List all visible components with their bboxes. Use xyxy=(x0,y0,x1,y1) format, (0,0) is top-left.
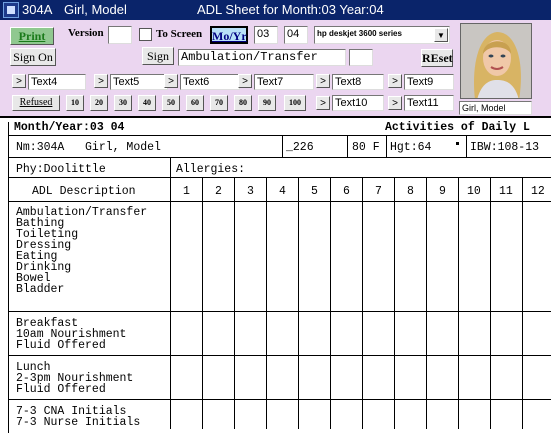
to-screen-label: To Screen xyxy=(156,28,203,40)
age-sex-field: 80 F xyxy=(352,141,380,154)
day-header-10: 10 xyxy=(467,185,481,198)
allergies-field: Allergies: xyxy=(176,163,246,176)
marker-dot xyxy=(456,142,459,145)
title-bar: 304A Girl, Model ADL Sheet for Month:03 … xyxy=(0,0,551,20)
num-button-50[interactable]: 50 xyxy=(162,95,180,111)
day-header-12: 12 xyxy=(531,185,545,198)
day-column-line xyxy=(522,177,523,429)
sign-on-button[interactable]: Sign On xyxy=(10,48,56,66)
day-column-line xyxy=(458,177,459,429)
arrow-right-icon[interactable]: > xyxy=(94,74,108,88)
photo-caption: Girl, Model xyxy=(459,101,532,115)
text7-field[interactable]: Text7 xyxy=(254,74,314,90)
num-button-100[interactable]: 100 xyxy=(284,95,306,111)
day-column-line xyxy=(202,177,203,429)
refused-button[interactable]: Refused xyxy=(12,95,60,111)
day-column-line xyxy=(266,177,267,429)
num-button-60[interactable]: 60 xyxy=(186,95,204,111)
day-header-4: 4 xyxy=(279,185,286,198)
arrow-right-icon[interactable]: > xyxy=(238,74,252,88)
text8-field[interactable]: Text8 xyxy=(332,74,384,90)
version-input[interactable] xyxy=(108,26,132,44)
arrow-right-icon[interactable]: > xyxy=(316,74,330,88)
reset-button[interactable]: REset xyxy=(421,49,453,67)
print-button[interactable]: Print xyxy=(10,27,54,45)
num-button-40[interactable]: 40 xyxy=(138,95,156,111)
day-header-8: 8 xyxy=(407,185,414,198)
printer-select[interactable]: hp deskjet 3600 series ▼ xyxy=(314,26,450,44)
day-column-line xyxy=(426,177,427,429)
text6-field[interactable]: Text6 xyxy=(180,74,240,90)
day-column-line xyxy=(298,177,299,429)
chevron-down-icon[interactable]: ▼ xyxy=(434,28,448,42)
day-header-2: 2 xyxy=(215,185,222,198)
ibw-field: IBW:108-13 xyxy=(470,141,540,154)
window-title: ADL Sheet for Month:03 Year:04 xyxy=(197,2,384,17)
arrow-right-icon[interactable]: > xyxy=(316,96,330,110)
text11-field[interactable]: Text11 xyxy=(404,95,454,111)
num-button-20[interactable]: 20 xyxy=(90,95,108,111)
printer-select-value: hp deskjet 3600 series xyxy=(317,29,402,38)
num-button-90[interactable]: 90 xyxy=(258,95,276,111)
arrow-right-icon[interactable]: > xyxy=(388,96,402,110)
window-patient: Girl, Model xyxy=(64,2,127,17)
num-button-80[interactable]: 80 xyxy=(234,95,252,111)
month-year-label: Month/Year:03 04 xyxy=(14,121,125,134)
day-header-11: 11 xyxy=(499,185,513,198)
num-button-30[interactable]: 30 xyxy=(114,95,132,111)
text9-field[interactable]: Text9 xyxy=(404,74,454,90)
adl-description-header: ADL Description xyxy=(32,185,136,198)
adl-item: Bladder xyxy=(16,283,65,296)
toolbar: Print Version To Screen Mo/Yr 03 04 hp d… xyxy=(0,20,551,116)
sign-field[interactable]: Ambulation/Transfer xyxy=(178,49,346,66)
num-button-10[interactable]: 10 xyxy=(66,95,84,111)
app-icon xyxy=(3,2,19,18)
month-input[interactable]: 03 xyxy=(254,26,278,44)
arrow-right-icon[interactable]: > xyxy=(164,74,178,88)
day-header-9: 9 xyxy=(439,185,446,198)
day-column-line xyxy=(234,177,235,429)
sheet-heading: Activities of Daily L xyxy=(385,121,530,134)
moyr-button[interactable]: Mo/Yr xyxy=(210,26,248,44)
adl-item: 7-3 Nurse Initials xyxy=(16,416,141,429)
height-field: Hgt:64 xyxy=(390,141,432,154)
day-column-line xyxy=(490,177,491,429)
day-column-line xyxy=(394,177,395,429)
to-screen-checkbox[interactable] xyxy=(139,28,152,41)
adl-item: Fluid Offered xyxy=(16,383,106,396)
num-button-70[interactable]: 70 xyxy=(210,95,228,111)
arrow-right-icon[interactable]: > xyxy=(388,74,402,88)
arrow-right-icon[interactable]: > xyxy=(12,74,26,88)
window-room: 304A xyxy=(22,2,53,17)
person-photo-icon xyxy=(461,24,531,98)
day-header-7: 7 xyxy=(375,185,382,198)
sign-button[interactable]: Sign xyxy=(142,47,174,65)
text5-field[interactable]: Text5 xyxy=(110,74,168,90)
adl-item: Fluid Offered xyxy=(16,339,106,352)
text10-field[interactable]: Text10 xyxy=(332,95,384,111)
day-column-line xyxy=(330,177,331,429)
day-column-line xyxy=(362,177,363,429)
year-input[interactable]: 04 xyxy=(284,26,308,44)
day-header-6: 6 xyxy=(343,185,350,198)
day-header-1: 1 xyxy=(183,185,190,198)
day-header-3: 3 xyxy=(247,185,254,198)
patient-photo xyxy=(460,23,532,99)
sign-field-extra[interactable] xyxy=(349,49,373,66)
text4-field[interactable]: Text4 xyxy=(28,74,86,90)
version-label: Version xyxy=(68,27,104,39)
patient-name-field: Nm:304A Girl, Model xyxy=(16,141,161,154)
physician-field: Phy:Doolittle xyxy=(16,163,106,176)
adl-sheet: Month/Year:03 04 Activities of Daily L N… xyxy=(0,116,551,433)
patient-id-field: _226 xyxy=(286,141,314,154)
day-header-5: 5 xyxy=(311,185,318,198)
